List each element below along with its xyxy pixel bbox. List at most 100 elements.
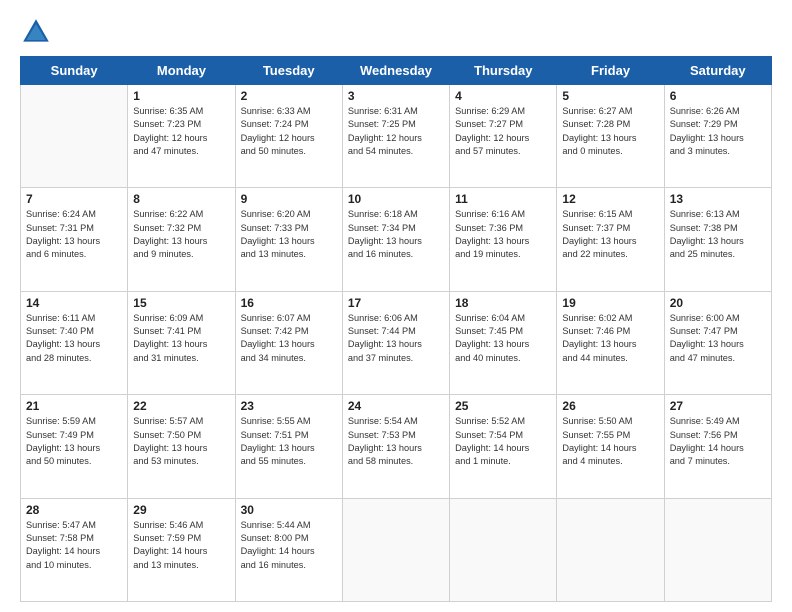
day-number: 28 [26, 503, 122, 517]
day-number: 11 [455, 192, 551, 206]
cell-content: Sunrise: 6:29 AM Sunset: 7:27 PM Dayligh… [455, 105, 551, 158]
column-header-tuesday: Tuesday [235, 57, 342, 85]
calendar-cell: 14 Sunrise: 6:11 AM Sunset: 7:40 PM Dayli… [21, 291, 128, 394]
day-number: 9 [241, 192, 337, 206]
calendar-cell: 4Sunrise: 6:29 AM Sunset: 7:27 PM Daylig… [450, 85, 557, 188]
week-row-3: 14 Sunrise: 6:11 AM Sunset: 7:40 PM Dayli… [21, 291, 772, 394]
cell-content: Sunrise: 6:31 AM Sunset: 7:25 PM Dayligh… [348, 105, 444, 158]
cell-content: Sunrise: 5:49 AM Sunset: 7:56 PM Dayligh… [670, 415, 766, 468]
cell-content: Sunrise: 6:26 AM Sunset: 7:29 PM Dayligh… [670, 105, 766, 158]
cell-content: Sunrise: 6:15 AM Sunset: 7:37 PM Dayligh… [562, 208, 658, 261]
day-number: 21 [26, 399, 122, 413]
day-number: 1 [133, 89, 229, 103]
cell-content: Sunrise: 6:09 AM Sunset: 7:41 PM Dayligh… [133, 312, 229, 365]
calendar-cell [450, 498, 557, 601]
cell-content: Sunrise: 5:47 AM Sunset: 7:58 PM Dayligh… [26, 519, 122, 572]
calendar-cell [664, 498, 771, 601]
calendar-cell: 3 Sunrise: 6:31 AM Sunset: 7:25 PM Daylig… [342, 85, 449, 188]
cell-content: Sunrise: 5:57 AM Sunset: 7:50 PM Dayligh… [133, 415, 229, 468]
calendar-cell: 29Sunrise: 5:46 AM Sunset: 7:59 PM Dayli… [128, 498, 235, 601]
cell-content: Sunrise: 6:27 AM Sunset: 7:28 PM Dayligh… [562, 105, 658, 158]
calendar-cell: 1 Sunrise: 6:35 AM Sunset: 7:23 PM Daylig… [128, 85, 235, 188]
day-number: 24 [348, 399, 444, 413]
day-number: 29 [133, 503, 229, 517]
day-number: 26 [562, 399, 658, 413]
cell-content: Sunrise: 6:02 AM Sunset: 7:46 PM Dayligh… [562, 312, 658, 365]
calendar-cell: 13 Sunrise: 6:13 AM Sunset: 7:38 PM Dayli… [664, 188, 771, 291]
day-number: 5 [562, 89, 658, 103]
day-number: 2 [241, 89, 337, 103]
column-header-thursday: Thursday [450, 57, 557, 85]
cell-content: Sunrise: 6:04 AM Sunset: 7:45 PM Dayligh… [455, 312, 551, 365]
day-number: 17 [348, 296, 444, 310]
day-number: 13 [670, 192, 766, 206]
calendar-cell: 23 Sunrise: 5:55 AM Sunset: 7:51 PM Dayli… [235, 395, 342, 498]
day-number: 6 [670, 89, 766, 103]
calendar-header: SundayMondayTuesdayWednesdayThursdayFrid… [21, 57, 772, 85]
calendar-cell: 19 Sunrise: 6:02 AM Sunset: 7:46 PM Dayli… [557, 291, 664, 394]
page: SundayMondayTuesdayWednesdayThursdayFrid… [0, 0, 792, 612]
calendar-cell: 2 Sunrise: 6:33 AM Sunset: 7:24 PM Daylig… [235, 85, 342, 188]
calendar-cell: 16 Sunrise: 6:07 AM Sunset: 7:42 PM Dayli… [235, 291, 342, 394]
calendar-cell [342, 498, 449, 601]
cell-content: Sunrise: 6:06 AM Sunset: 7:44 PM Dayligh… [348, 312, 444, 365]
calendar-cell: 28 Sunrise: 5:47 AM Sunset: 7:58 PM Dayli… [21, 498, 128, 601]
calendar-cell: 9 Sunrise: 6:20 AM Sunset: 7:33 PM Daylig… [235, 188, 342, 291]
calendar-cell: 8 Sunrise: 6:22 AM Sunset: 7:32 PM Daylig… [128, 188, 235, 291]
cell-content: Sunrise: 6:22 AM Sunset: 7:32 PM Dayligh… [133, 208, 229, 261]
cell-content: Sunrise: 6:13 AM Sunset: 7:38 PM Dayligh… [670, 208, 766, 261]
day-number: 19 [562, 296, 658, 310]
calendar-cell: 25 Sunrise: 5:52 AM Sunset: 7:54 PM Dayli… [450, 395, 557, 498]
calendar-cell: 18 Sunrise: 6:04 AM Sunset: 7:45 PM Dayli… [450, 291, 557, 394]
logo [20, 16, 58, 48]
calendar-cell [21, 85, 128, 188]
column-header-friday: Friday [557, 57, 664, 85]
day-number: 10 [348, 192, 444, 206]
column-header-sunday: Sunday [21, 57, 128, 85]
cell-content: Sunrise: 5:55 AM Sunset: 7:51 PM Dayligh… [241, 415, 337, 468]
column-header-saturday: Saturday [664, 57, 771, 85]
calendar-cell: 12 Sunrise: 6:15 AM Sunset: 7:37 PM Dayli… [557, 188, 664, 291]
day-number: 8 [133, 192, 229, 206]
calendar-cell: 5 Sunrise: 6:27 AM Sunset: 7:28 PM Daylig… [557, 85, 664, 188]
day-number: 22 [133, 399, 229, 413]
week-row-4: 21 Sunrise: 5:59 AM Sunset: 7:49 PM Dayli… [21, 395, 772, 498]
calendar-cell: 26Sunrise: 5:50 AM Sunset: 7:55 PM Dayli… [557, 395, 664, 498]
week-row-1: 1 Sunrise: 6:35 AM Sunset: 7:23 PM Daylig… [21, 85, 772, 188]
cell-content: Sunrise: 6:20 AM Sunset: 7:33 PM Dayligh… [241, 208, 337, 261]
logo-icon [20, 16, 52, 48]
calendar-cell [557, 498, 664, 601]
cell-content: Sunrise: 5:59 AM Sunset: 7:49 PM Dayligh… [26, 415, 122, 468]
cell-content: Sunrise: 6:24 AM Sunset: 7:31 PM Dayligh… [26, 208, 122, 261]
calendar-cell: 30Sunrise: 5:44 AM Sunset: 8:00 PM Dayli… [235, 498, 342, 601]
calendar-cell: 6 Sunrise: 6:26 AM Sunset: 7:29 PM Daylig… [664, 85, 771, 188]
calendar-cell: 17 Sunrise: 6:06 AM Sunset: 7:44 PM Dayli… [342, 291, 449, 394]
day-number: 14 [26, 296, 122, 310]
day-number: 25 [455, 399, 551, 413]
column-header-monday: Monday [128, 57, 235, 85]
cell-content: Sunrise: 5:44 AM Sunset: 8:00 PM Dayligh… [241, 519, 337, 572]
calendar-cell: 15 Sunrise: 6:09 AM Sunset: 7:41 PM Dayli… [128, 291, 235, 394]
calendar-cell: 7Sunrise: 6:24 AM Sunset: 7:31 PM Daylig… [21, 188, 128, 291]
cell-content: Sunrise: 5:52 AM Sunset: 7:54 PM Dayligh… [455, 415, 551, 468]
day-number: 3 [348, 89, 444, 103]
cell-content: Sunrise: 6:11 AM Sunset: 7:40 PM Dayligh… [26, 312, 122, 365]
header [20, 16, 772, 48]
cell-content: Sunrise: 6:07 AM Sunset: 7:42 PM Dayligh… [241, 312, 337, 365]
day-number: 15 [133, 296, 229, 310]
calendar-cell: 24Sunrise: 5:54 AM Sunset: 7:53 PM Dayli… [342, 395, 449, 498]
day-number: 23 [241, 399, 337, 413]
calendar-cell: 20 Sunrise: 6:00 AM Sunset: 7:47 PM Dayli… [664, 291, 771, 394]
calendar-cell: 27Sunrise: 5:49 AM Sunset: 7:56 PM Dayli… [664, 395, 771, 498]
calendar-cell: 21 Sunrise: 5:59 AM Sunset: 7:49 PM Dayli… [21, 395, 128, 498]
day-number: 18 [455, 296, 551, 310]
cell-content: Sunrise: 6:35 AM Sunset: 7:23 PM Dayligh… [133, 105, 229, 158]
cell-content: Sunrise: 6:18 AM Sunset: 7:34 PM Dayligh… [348, 208, 444, 261]
calendar-body: 1 Sunrise: 6:35 AM Sunset: 7:23 PM Daylig… [21, 85, 772, 602]
day-number: 20 [670, 296, 766, 310]
day-number: 12 [562, 192, 658, 206]
cell-content: Sunrise: 6:33 AM Sunset: 7:24 PM Dayligh… [241, 105, 337, 158]
calendar-cell: 22 Sunrise: 5:57 AM Sunset: 7:50 PM Dayli… [128, 395, 235, 498]
cell-content: Sunrise: 6:00 AM Sunset: 7:47 PM Dayligh… [670, 312, 766, 365]
day-number: 16 [241, 296, 337, 310]
